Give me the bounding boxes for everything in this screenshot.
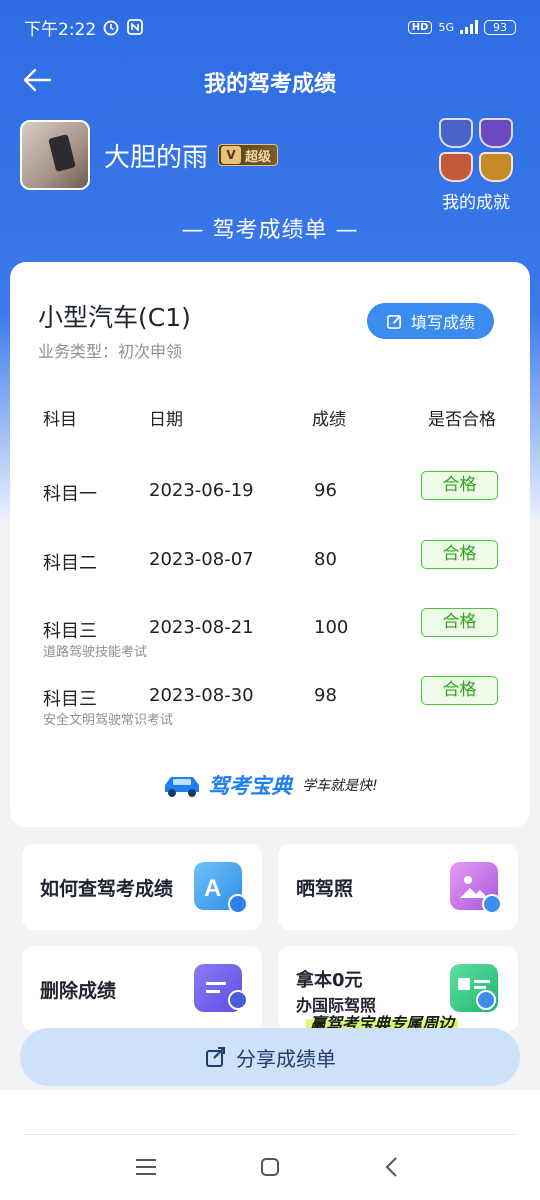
back-nav-icon[interactable]	[372, 1152, 412, 1182]
home-icon[interactable]	[250, 1152, 290, 1182]
header-passed: 是否合格	[428, 410, 496, 430]
page-title: 我的驾考成绩	[203, 72, 336, 97]
network-label: 5G	[438, 20, 454, 34]
tile-delete-score[interactable]: 删除成绩	[22, 946, 262, 1032]
row-date: 2023-06-19	[149, 480, 254, 501]
row-note: 道路驾驶技能考试	[43, 645, 148, 660]
pass-badge: 合格	[421, 540, 498, 569]
achievement-badge-icon	[439, 118, 473, 148]
row-score: 96	[314, 480, 337, 501]
pass-badge: 合格	[421, 676, 498, 705]
table-row: 科目一 2023-06-19 96 合格	[10, 471, 530, 530]
business-type: 业务类型：初次申领	[38, 342, 183, 361]
row-note: 安全文明驾驶常识考试	[43, 713, 174, 728]
tile-title: 晒驾照	[296, 878, 354, 900]
magnifier-icon	[228, 894, 248, 914]
edit-icon	[387, 314, 401, 329]
battery-icon: 93	[484, 19, 516, 35]
table-row: 科目二 2023-08-07 80 合格	[10, 540, 530, 599]
table-row: 科目三 2023-08-21 100 合格 道路驾驶技能考试	[10, 608, 530, 667]
header-score: 成绩	[312, 410, 346, 430]
close-icon	[228, 990, 248, 1010]
tile-title: 删除成绩	[40, 980, 117, 1002]
fill-score-label: 填写成绩	[410, 313, 475, 332]
row-subject: 科目一	[43, 484, 97, 505]
header-subject: 科目	[43, 410, 77, 430]
camera-icon	[482, 894, 502, 914]
achievement-badge-icon	[439, 152, 473, 182]
achievements-label: 我的成就	[442, 193, 510, 213]
brand-footer: 驾考宝典 学车就是快!	[10, 770, 530, 800]
row-subject: 科目二	[43, 553, 97, 574]
row-score: 98	[314, 685, 337, 706]
score-card: 小型汽车(C1) 业务类型：初次申领 填写成绩 科目 日期 成绩 是否合格 科目…	[10, 262, 530, 827]
vip-badge: V 超级	[218, 144, 279, 166]
pass-badge: 合格	[421, 471, 498, 500]
user-profile: 大胆的雨 V 超级	[20, 120, 279, 190]
row-score: 80	[314, 549, 337, 570]
signal-icon	[460, 20, 478, 34]
avatar-photo	[48, 134, 76, 172]
row-subject: 科目三	[43, 621, 97, 642]
vip-badge-letter: V	[221, 146, 242, 164]
row-score: 100	[314, 617, 349, 638]
pass-badge: 合格	[421, 608, 498, 637]
user-name: 大胆的雨	[104, 142, 209, 173]
hd-icon: HD	[407, 20, 433, 34]
avatar[interactable]	[20, 120, 90, 190]
share-label: 分享成绩单	[236, 1046, 336, 1071]
table-row: 科目三 2023-08-30 98 合格 安全文明驾驶常识考试	[10, 676, 530, 735]
header-date: 日期	[149, 410, 183, 430]
globe-icon	[476, 990, 496, 1010]
achievement-badge-icon	[479, 118, 513, 148]
menu-icon[interactable]	[126, 1152, 166, 1182]
score-sheet-title: — 驾考成绩单 —	[181, 218, 359, 243]
nfc-icon	[127, 19, 144, 35]
fill-score-button[interactable]: 填写成绩	[367, 303, 494, 339]
status-bar: 下午2:22 HD 5G 93	[24, 12, 516, 42]
divider	[24, 1134, 516, 1135]
vip-badge-label: 超级	[245, 149, 272, 165]
alarm-icon	[103, 20, 119, 36]
tile-show-license[interactable]: 晒驾照	[278, 844, 518, 930]
row-date: 2023-08-30	[149, 685, 254, 706]
svg-text:A: A	[204, 875, 221, 902]
license-type: 小型汽车(C1)	[38, 303, 191, 332]
car-logo-icon	[165, 777, 200, 797]
bottom-area	[0, 1090, 540, 1200]
nav-bar: 我的驾考成绩	[0, 58, 540, 102]
row-date: 2023-08-21	[149, 617, 254, 638]
tile-title-line1: 拿本0元	[296, 970, 363, 991]
brand-logo: 驾考宝典	[208, 774, 293, 798]
row-date: 2023-08-07	[149, 549, 254, 570]
status-time: 下午2:22	[24, 19, 97, 40]
tile-title: 如何查驾考成绩	[40, 878, 174, 900]
share-score-button[interactable]: 分享成绩单	[20, 1028, 520, 1086]
row-subject: 科目三	[43, 689, 97, 710]
achievement-badge-icon	[479, 152, 513, 182]
achievements[interactable]: 我的成就	[438, 118, 514, 213]
tile-check-score[interactable]: 如何查驾考成绩 A	[22, 844, 262, 930]
brand-slogan: 学车就是快!	[302, 778, 378, 794]
share-icon	[206, 1047, 225, 1067]
